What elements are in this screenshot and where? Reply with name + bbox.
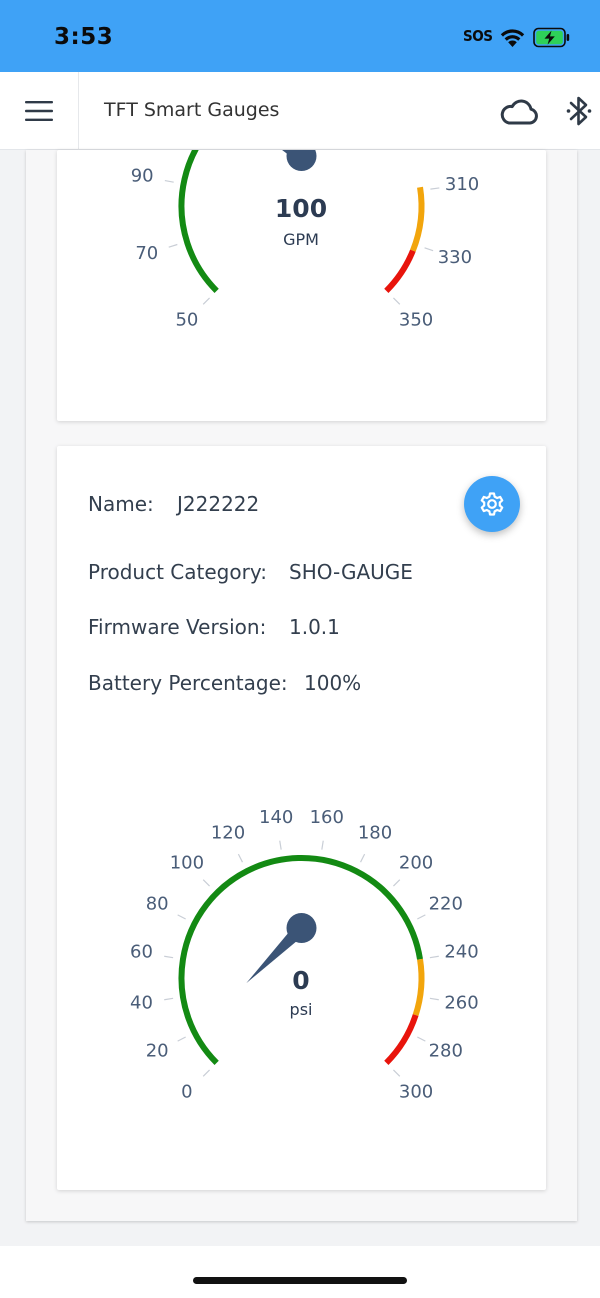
flow-gauge-tick-mark	[430, 187, 440, 190]
flow-gauge-tick-mark	[392, 297, 401, 305]
flow-gauge-needle-hub	[286, 150, 317, 171]
status-bar: 3:53 SOS	[0, 0, 600, 72]
pressure-gauge-tick-label: 180	[358, 823, 392, 844]
pressure-gauge-value: 0	[292, 966, 309, 995]
pressure-gauge-tick-label: 300	[399, 1082, 433, 1103]
name-field: Name: J222222	[88, 492, 259, 516]
firmware-value: 1.0.1	[289, 615, 340, 639]
name-label: Name:	[88, 492, 154, 516]
wifi-icon	[500, 29, 525, 47]
pressure-gauge-tick-mark	[202, 1069, 211, 1077]
flow-gauge-tick-label: 70	[135, 243, 158, 264]
category-value: SHO-GAUGE	[289, 560, 413, 584]
flow-gauge: 507090110290310330350 100 GPM	[131, 150, 479, 331]
home-indicator[interactable]	[193, 1277, 407, 1284]
pressure-gauge-tick-mark	[359, 853, 366, 863]
gear-icon	[480, 492, 504, 516]
pressure-gauge-tick-label: 160	[310, 807, 344, 828]
flow-gauge-zone-0	[178, 150, 219, 293]
pressure-gauge-tick-mark	[177, 914, 186, 920]
battery-label: Battery Percentage:	[88, 671, 288, 695]
pressure-gauge-tick-mark	[392, 879, 401, 887]
settings-button[interactable]	[464, 476, 520, 532]
pressure-gauge-tick-mark	[164, 997, 174, 1001]
pressure-gauge-tick-mark	[429, 955, 439, 959]
flow-gauge-tick-mark	[168, 243, 178, 248]
battery-field: Battery Percentage: 100%	[88, 671, 361, 695]
home-area	[0, 1246, 600, 1298]
status-sos: SOS	[463, 27, 493, 45]
cloud-icon[interactable]	[499, 96, 539, 128]
pressure-gauge-tick-mark	[177, 1036, 186, 1042]
flow-gauge-tick-label: 50	[175, 310, 198, 331]
app-title: TFT Smart Gauges	[104, 99, 280, 121]
pressure-gauge-tick-label: 260	[444, 992, 478, 1013]
pressure-gauge-tick-label: 220	[429, 894, 463, 915]
pressure-gauge-zone-1	[412, 958, 425, 1017]
status-time: 3:53	[54, 24, 114, 50]
pressure-gauge-zone-0	[178, 855, 423, 1065]
firmware-field: Firmware Version: 1.0.1	[88, 615, 340, 639]
app-header: TFT Smart Gauges	[0, 72, 600, 150]
flow-gauge-tick-mark	[424, 247, 434, 252]
category-field: Product Category: SHO-GAUGE	[88, 560, 413, 584]
pressure-gauge-tick-mark	[429, 997, 439, 1001]
pressure-gauge-tick-label: 20	[146, 1041, 169, 1062]
pressure-gauge-tick-mark	[279, 840, 282, 850]
firmware-label: Firmware Version:	[88, 615, 267, 639]
flow-gauge-zone-2	[384, 249, 416, 293]
pressure-gauge: 0 20 40 60 80100 120 140 160 180 200 220 240 260 280 3…	[130, 807, 479, 1103]
pressure-gauge-tick-mark	[417, 1036, 426, 1042]
pressure-gauge-tick-mark	[164, 955, 174, 959]
flow-gauge-zone-1	[410, 186, 425, 252]
name-value: J222222	[177, 492, 260, 516]
pressure-gauge-tick-label: 60	[130, 942, 153, 963]
battery-charging-icon	[533, 27, 570, 48]
pressure-gauge-tick-label: 0	[181, 1082, 192, 1103]
flow-gauge-tick-mark	[164, 179, 174, 183]
pressure-gauge-tick-label: 200	[399, 852, 433, 873]
pressure-gauge-tick-label: 280	[429, 1041, 463, 1062]
pressure-gauge-tick-mark	[237, 853, 244, 863]
pressure-gauge-tick-label: 240	[444, 942, 478, 963]
pressure-gauge-tick-mark	[417, 914, 426, 920]
flow-gauge-tick-label: 330	[438, 247, 472, 268]
pressure-gauge-tick-label: 100	[170, 852, 204, 873]
flow-gauge-tick-label: 90	[131, 165, 154, 186]
pressure-gauge-tick-mark	[392, 1069, 401, 1077]
flow-gauge-unit: GPM	[283, 230, 319, 249]
pressure-gauge-tick-label: 120	[211, 823, 245, 844]
pressure-gauge-tick-mark	[321, 840, 324, 850]
pressure-gauge-tick-mark	[202, 879, 211, 887]
pressure-gauge-zone-2	[384, 1014, 419, 1065]
flow-gauge-tick-mark	[202, 297, 211, 305]
pressure-gauge-tick-label: 80	[146, 894, 169, 915]
gauge-top-clip: 507090110290310330350 100 GPM	[57, 150, 546, 421]
menu-button[interactable]	[0, 72, 79, 150]
pressure-gauge-unit: psi	[290, 1000, 313, 1019]
flow-gauge-tick-label: 310	[445, 174, 479, 195]
pressure-gauge-tick-label: 140	[259, 807, 293, 828]
bluetooth-icon[interactable]	[566, 94, 592, 128]
flow-gauge-tick-label: 350	[399, 310, 433, 331]
battery-value: 100%	[304, 671, 362, 695]
pressure-gauge-tick-label: 40	[130, 992, 153, 1013]
pressure-gauge-needle-hub	[286, 913, 317, 943]
flow-gauge-value: 100	[275, 194, 327, 223]
hamburger-menu-icon	[25, 101, 53, 121]
category-label: Product Category:	[88, 560, 267, 584]
